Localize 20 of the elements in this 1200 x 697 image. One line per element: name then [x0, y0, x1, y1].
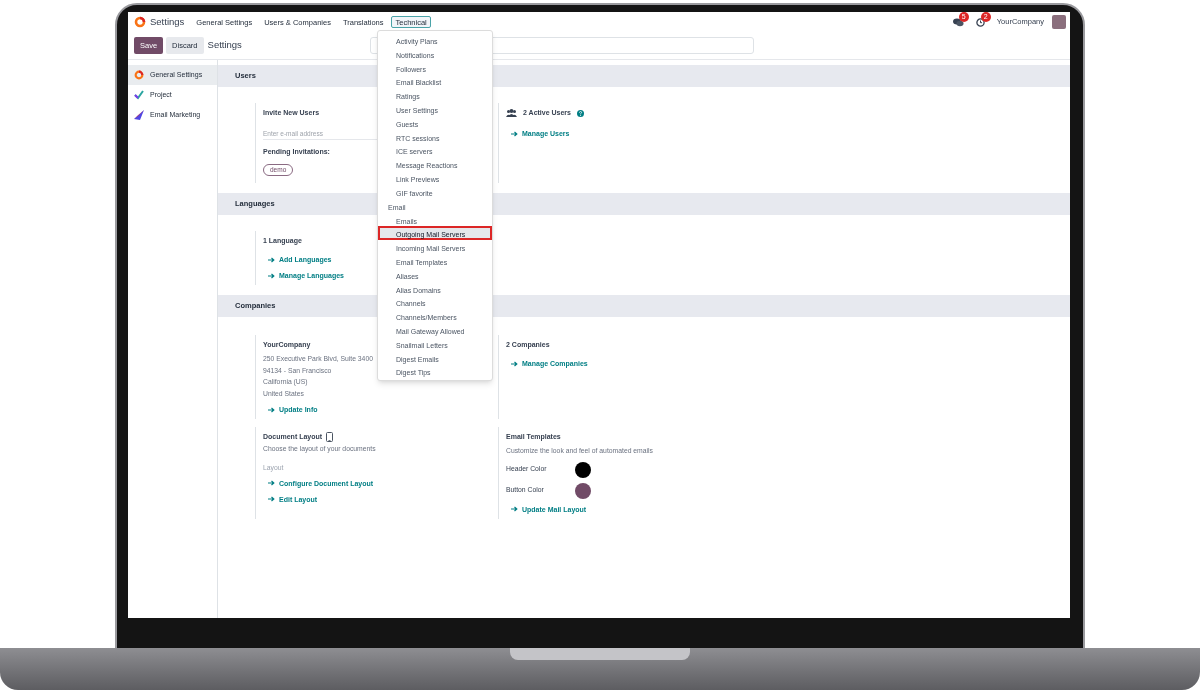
- paper-plane-icon: [134, 110, 144, 120]
- app-logo-icon: [134, 70, 144, 80]
- arrow-icon: [268, 496, 275, 502]
- app-title: Settings: [150, 14, 185, 29]
- users-icon: [506, 109, 517, 117]
- arrow-icon: [268, 256, 275, 263]
- arrow-icon: [511, 360, 518, 367]
- arrow-icon: [268, 480, 275, 486]
- app-logo-icon: [134, 16, 146, 28]
- color-swatch[interactable]: [575, 461, 591, 478]
- breadcrumb: Settings: [207, 38, 242, 53]
- clock-icon: [975, 17, 985, 27]
- arrow-icon: [511, 130, 518, 137]
- tablet-icon: [326, 432, 334, 442]
- arrow-icon: [511, 506, 518, 512]
- help-icon: [577, 109, 584, 117]
- arrow-icon: [268, 272, 275, 279]
- arrow-icon: [268, 406, 275, 413]
- color-swatch[interactable]: [575, 482, 591, 499]
- checkmark-icon: [134, 90, 144, 100]
